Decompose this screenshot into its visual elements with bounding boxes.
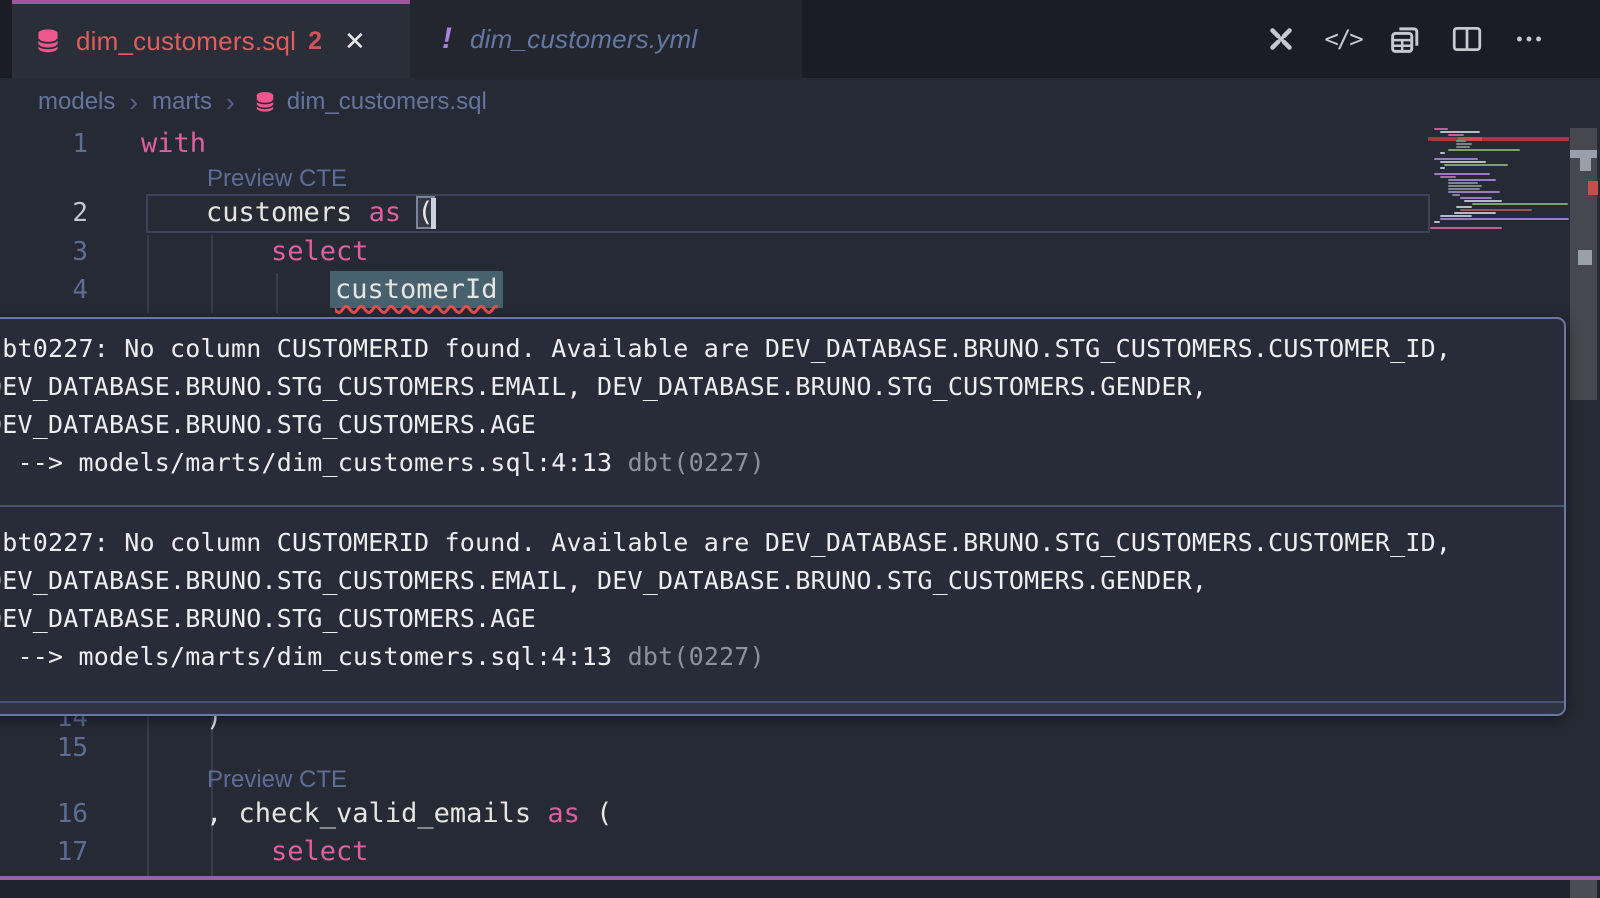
line-number: 16	[0, 795, 88, 833]
line-number: 4	[0, 271, 88, 309]
minimap-code-line	[1440, 161, 1486, 163]
code-token: check_valid_emails	[239, 798, 532, 829]
error-text-line: dbt0227: No column CUSTOMERID found. Ava…	[0, 524, 1564, 562]
code-token: ,	[206, 798, 239, 829]
minimap-code-line	[1430, 227, 1502, 229]
code-token: as	[369, 197, 402, 228]
panel-below-scrollbar[interactable]	[1570, 880, 1597, 898]
line-number: 2	[0, 194, 88, 232]
error-hover-popup: dbt0227: No column CUSTOMERID found. Ava…	[0, 317, 1566, 716]
minimap-error-line	[1428, 137, 1569, 141]
code-line[interactable]: select	[271, 233, 369, 271]
minimap-code-line	[1460, 197, 1492, 199]
overview-ruler-marker	[1580, 158, 1591, 171]
error-text-line: DEV_DATABASE.BRUNO.STG_CUSTOMERS.EMAIL, …	[0, 368, 1564, 406]
minimap-code-line	[1456, 143, 1472, 145]
code-token: customers	[206, 197, 352, 228]
scrollbar-overview-ruler[interactable]	[1570, 128, 1597, 400]
code-line[interactable]: select	[271, 833, 369, 871]
error-message-block: dbt0227: No column CUSTOMERID found. Ava…	[0, 319, 1564, 493]
minimap-code-line	[1448, 182, 1478, 184]
minimap-code-line	[1448, 134, 1464, 136]
minimap-code-line	[1440, 176, 1456, 178]
minimap-code-line	[1440, 215, 1472, 217]
line-number: 3	[0, 233, 88, 271]
error-code-dbt0227: dbt(0227)	[628, 642, 765, 671]
codelens-preview-cte[interactable]: Preview CTE	[207, 162, 347, 196]
minimap-code-line	[1452, 194, 1460, 196]
minimap-code-line	[1448, 188, 1480, 190]
code-token: as	[547, 798, 580, 829]
minimap-code-line	[1444, 164, 1508, 166]
minimap-code-line	[1448, 191, 1500, 193]
code-line[interactable]: customerId	[335, 271, 498, 309]
minimap-code-line	[1448, 179, 1496, 181]
minimap-code-line	[1440, 131, 1480, 133]
minimap-code-line	[1456, 146, 1470, 148]
indent-guide	[276, 273, 278, 313]
text-cursor	[431, 198, 436, 229]
bottom-sash[interactable]	[0, 876, 1600, 880]
overview-ruler-marker	[1578, 250, 1592, 265]
minimap-code-line	[1440, 152, 1445, 154]
hover-status-bar: View Problem (⌥F8) No quick fixes availa…	[0, 703, 1564, 716]
minimap-code-line	[1454, 212, 1496, 214]
divider	[0, 505, 1564, 507]
code-token: (	[580, 798, 613, 829]
overview-ruler-marker	[1588, 181, 1598, 195]
minimap-code-line	[1456, 206, 1472, 208]
minimap-code-line	[1456, 140, 1466, 142]
indent-guide	[147, 235, 149, 313]
code-token: select	[271, 236, 369, 267]
minimap[interactable]	[1428, 128, 1569, 268]
code-token: with	[141, 128, 206, 159]
minimap-code-line	[1448, 185, 1482, 187]
code-line[interactable]: customers as (	[206, 194, 434, 232]
minimap-code-line	[1434, 128, 1448, 130]
minimap-code-line	[1440, 167, 1445, 169]
code-line[interactable]: , check_valid_emails as (	[206, 795, 612, 833]
overview-ruler-marker	[1570, 150, 1597, 158]
indent-guide	[211, 235, 213, 313]
error-location-line: --> models/marts/dim_customers.sql:4:13 …	[0, 638, 1564, 676]
minimap-code-line	[1448, 149, 1520, 151]
error-message-block: dbt0227: No column CUSTOMERID found. Ava…	[0, 513, 1564, 687]
minimap-code-line	[1440, 218, 1569, 220]
no-quick-fixes-label: No quick fixes available	[274, 711, 556, 716]
error-messages: dbt0227: No column CUSTOMERID found. Ava…	[0, 319, 1564, 687]
error-text-line: DEV_DATABASE.BRUNO.STG_CUSTOMERS.EMAIL, …	[0, 562, 1564, 600]
view-problem-link[interactable]: View Problem (⌥F8)	[0, 711, 238, 716]
error-code-dbt0227: dbt(0227)	[628, 448, 765, 477]
line-number: 1	[0, 125, 88, 163]
error-text-line: DEV_DATABASE.BRUNO.STG_CUSTOMERS.AGE	[0, 600, 1564, 638]
code-token: select	[271, 836, 369, 867]
minimap-code-line	[1464, 200, 1502, 202]
codelens-preview-cte[interactable]: Preview CTE	[207, 763, 347, 797]
panel-below-edge	[0, 880, 1600, 898]
error-location-line: --> models/marts/dim_customers.sql:4:13 …	[0, 444, 1564, 482]
error-file-location[interactable]: --> models/marts/dim_customers.sql:4:13	[0, 642, 628, 671]
error-token-customerid: customerId	[330, 271, 503, 308]
error-text-line: DEV_DATABASE.BRUNO.STG_CUSTOMERS.AGE	[0, 406, 1564, 444]
code-line[interactable]: with	[141, 125, 206, 163]
minimap-code-line	[1434, 158, 1478, 160]
error-text-line: dbt0227: No column CUSTOMERID found. Ava…	[0, 330, 1564, 368]
indent-guide	[147, 699, 149, 877]
minimap-code-line	[1434, 173, 1490, 175]
code-token	[352, 197, 368, 228]
line-number: 17	[0, 833, 88, 871]
vscode-window: 1withPreview CTE2customers as (3select4c…	[0, 0, 1600, 898]
error-file-location[interactable]: --> models/marts/dim_customers.sql:4:13	[0, 448, 628, 477]
minimap-code-line	[1460, 209, 1532, 211]
code-token	[531, 798, 547, 829]
line-number: 15	[0, 729, 88, 767]
minimap-code-line	[1472, 203, 1568, 205]
minimap-code-line	[1434, 221, 1440, 223]
code-token	[401, 197, 417, 228]
